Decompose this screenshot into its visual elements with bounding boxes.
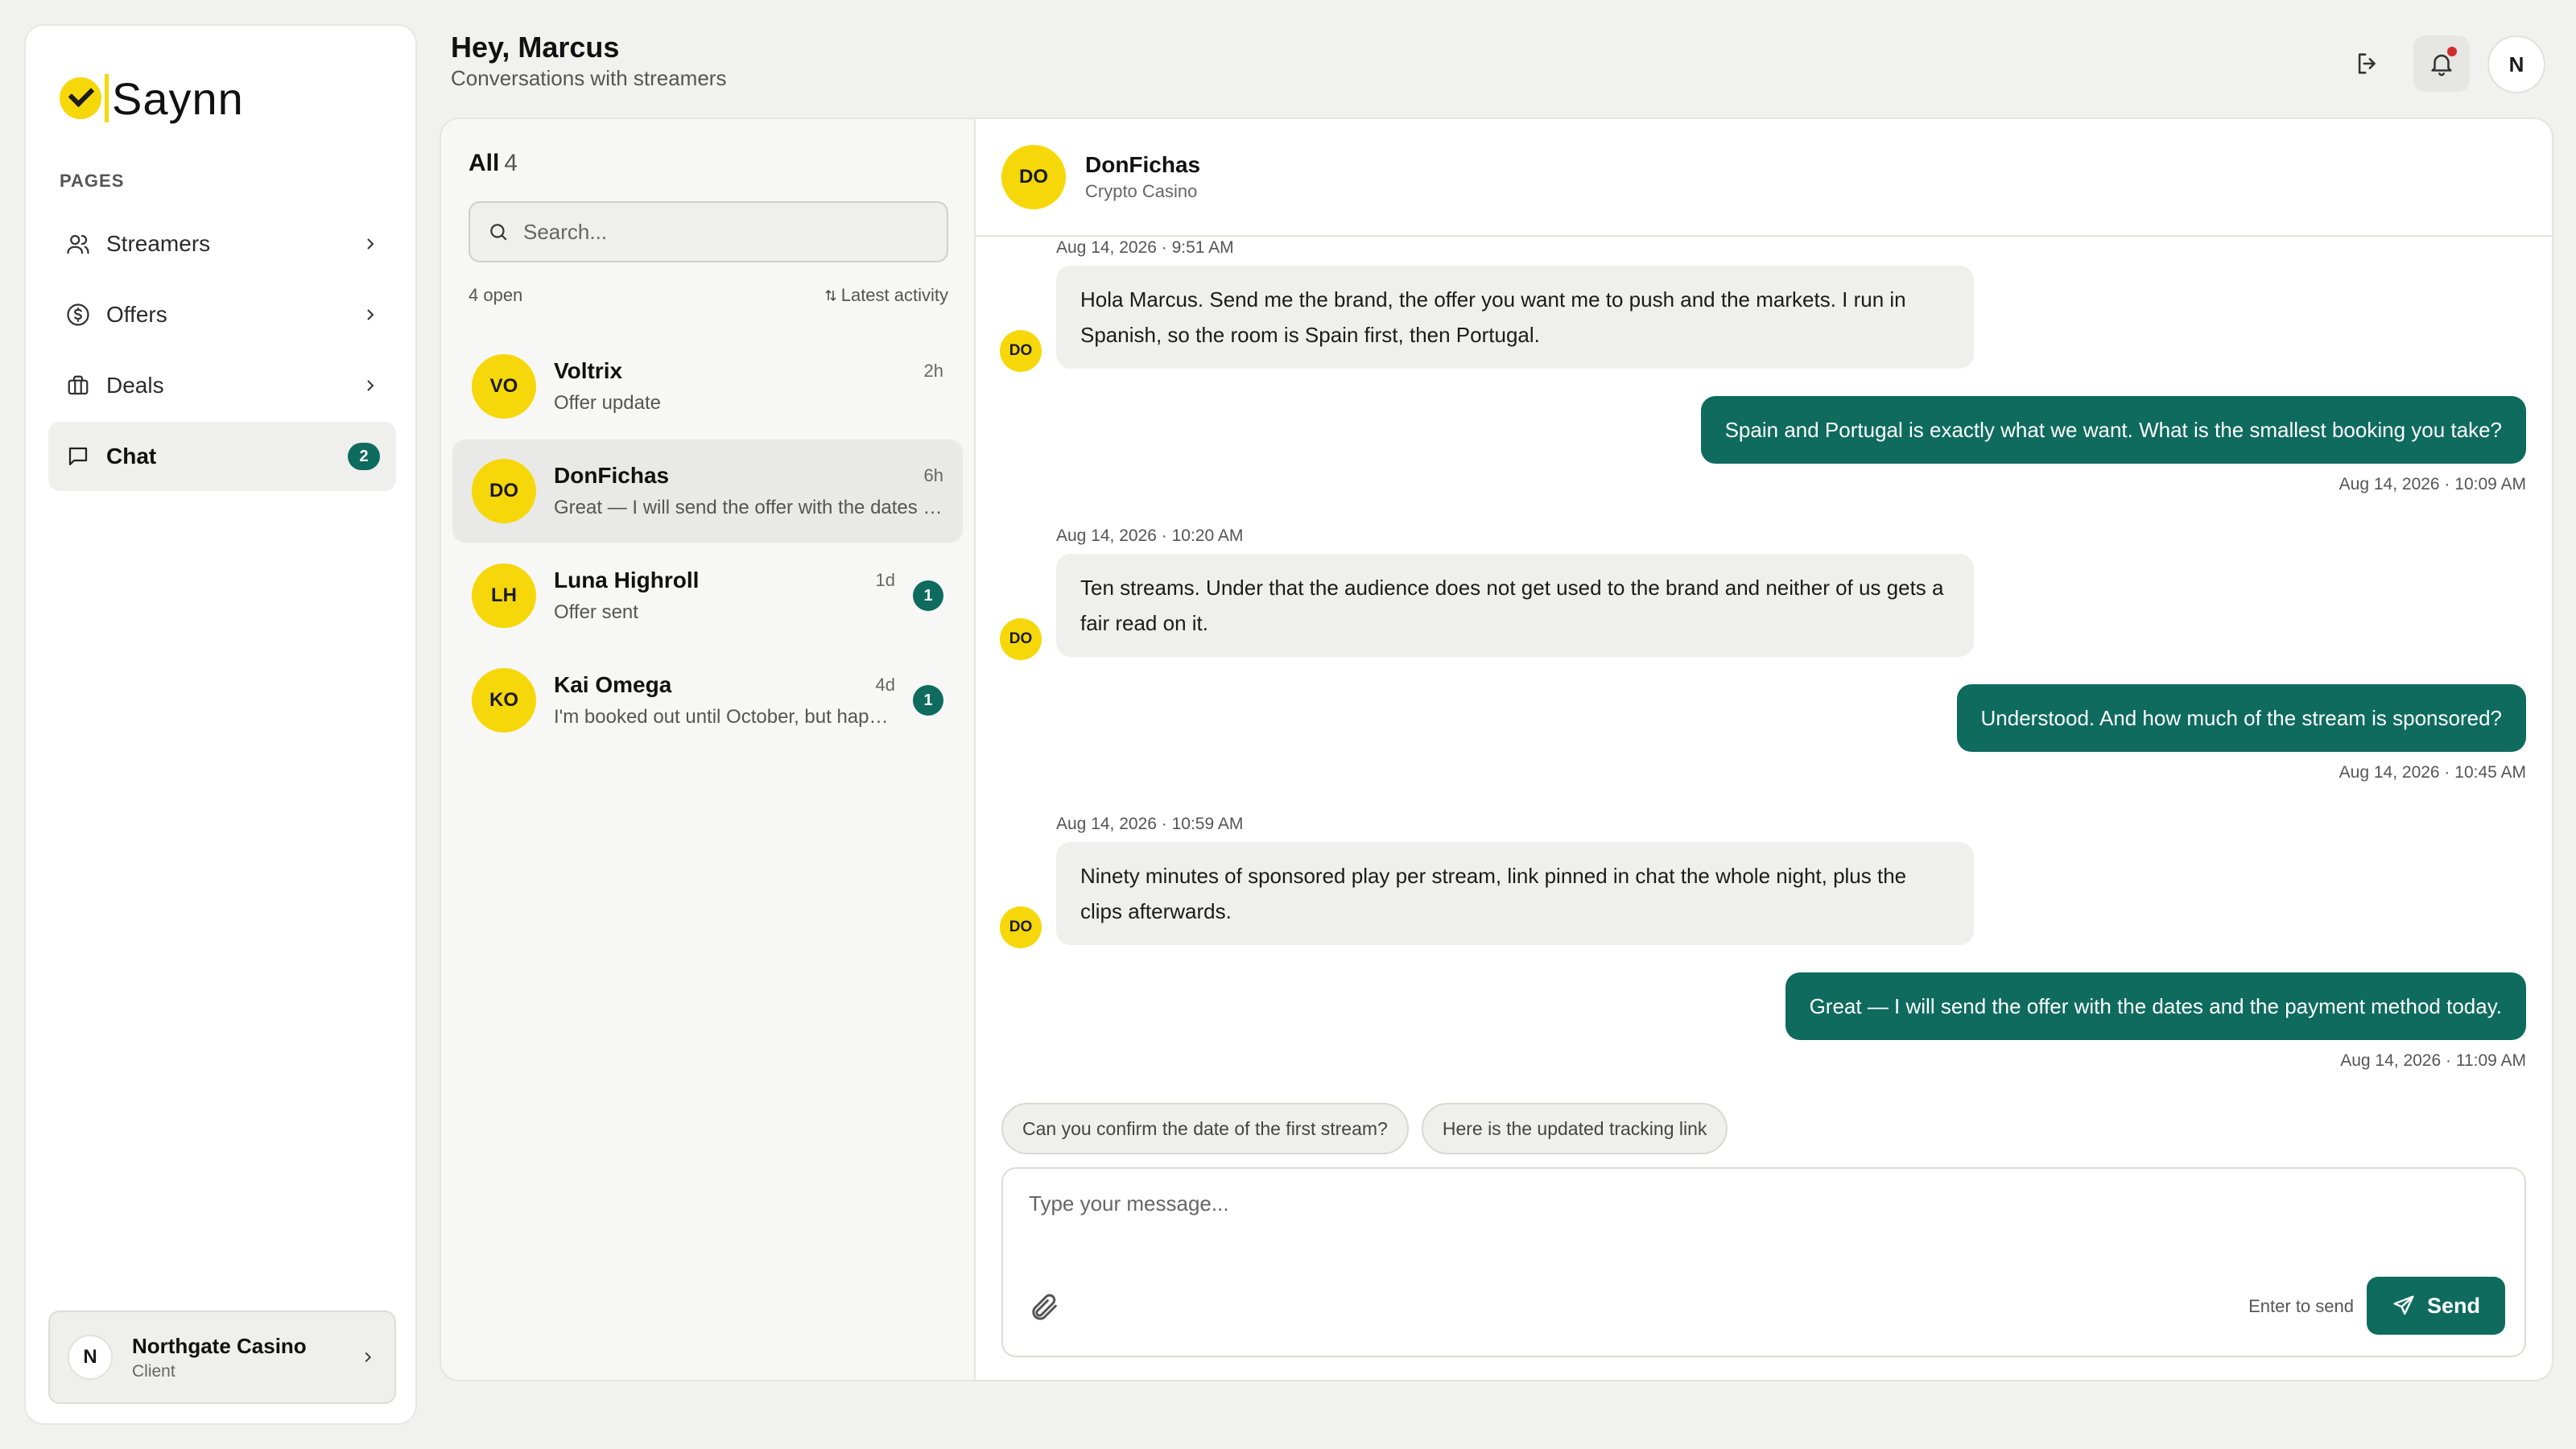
logo-check-icon: [60, 77, 101, 119]
unread-badge: 1: [913, 580, 943, 611]
message-timestamp: Aug 14, 2026 · 10:59 AM: [1056, 815, 1244, 833]
sidebar-item-offers[interactable]: Offers: [48, 280, 396, 349]
sender-avatar: DO: [1000, 618, 1042, 660]
message-thread: Aug 14, 2026 · 9:51 AM Hola Marcus. Send…: [976, 237, 2552, 1220]
notifications-button[interactable]: [2413, 35, 2470, 92]
chat-column: DO DonFichas Crypto Casino Aug 14, 2026 …: [976, 119, 2552, 1380]
conversation-preview: Offer update: [554, 392, 661, 414]
send-label: Send: [2426, 1293, 2480, 1318]
quick-replies: Can you confirm the date of the first st…: [1001, 1103, 1728, 1154]
notification-dot: [2447, 47, 2457, 56]
message-timestamp: Aug 14, 2026 · 10:20 AM: [1056, 526, 1244, 545]
unread-badge: 1: [913, 685, 943, 716]
search-box[interactable]: [469, 201, 948, 262]
chevron-right-icon: [367, 238, 374, 250]
sidebar-item-chat[interactable]: Chat 2: [48, 422, 396, 491]
brand-name: Saynn: [112, 72, 244, 124]
avatar: VO: [472, 354, 536, 419]
sidebar: Saynn PAGES Streamers Offers Deals Chat …: [24, 24, 417, 1425]
conversation-list-column: All4 4 open Latest activity VO Voltrix 2h…: [441, 119, 976, 1380]
message-timestamp: Aug 14, 2026 · 10:09 AM: [2339, 475, 2526, 493]
chevron-right-icon: [365, 1352, 372, 1363]
conversation-list: VO Voltrix 2h Offer update DO DonFichas 6h…: [452, 335, 963, 753]
conversation-name: Luna Highroll: [554, 568, 700, 592]
account-switcher[interactable]: N Northgate Casino Client: [48, 1311, 396, 1404]
message-bubble-incoming: Ten streams. Under that the audience doe…: [1056, 554, 1974, 657]
page-title: Hey, Marcus: [451, 31, 620, 64]
search-input[interactable]: [522, 218, 927, 246]
send-button[interactable]: Send: [2367, 1277, 2505, 1335]
unread-count-badge: 2: [348, 443, 380, 470]
sort-label: Latest activity: [840, 285, 948, 305]
brand-logo[interactable]: Saynn: [60, 58, 244, 138]
logout-button[interactable]: [2339, 35, 2396, 92]
send-icon: [2393, 1295, 2414, 1315]
contact-subtitle: Crypto Casino: [1085, 181, 1198, 201]
message-bubble-outgoing: Spain and Portugal is exactly what we wa…: [1700, 396, 2526, 464]
pages-section-label: PAGES: [60, 171, 125, 191]
paperclip-icon[interactable]: [1029, 1291, 1061, 1323]
open-count-label: 4 open: [469, 285, 523, 305]
sort-arrows-icon: [825, 289, 836, 302]
conversation-list-title: All 4: [469, 150, 518, 176]
contact-name: DonFichas: [1085, 152, 1201, 177]
message-bubble-outgoing: Great — I will send the offer with the d…: [1785, 972, 2526, 1040]
account-name: Northgate Casino: [132, 1333, 307, 1358]
sidebar-item-label: Deals: [106, 373, 164, 398]
conversation-name: Kai Omega: [554, 672, 672, 697]
sidebar-item-streamers[interactable]: Streamers: [48, 209, 396, 279]
conversation-preview: Offer sent: [554, 601, 638, 623]
conversation-name: Voltrix: [554, 358, 623, 383]
chevron-right-icon: [367, 309, 374, 320]
account-avatar: N: [68, 1335, 113, 1380]
sidebar-nav: Streamers Offers Deals Chat 2: [48, 209, 396, 493]
send-hint: Enter to send: [2248, 1296, 2354, 1316]
message-bubble-incoming: Ninety minutes of sponsored play per str…: [1056, 842, 1974, 945]
sender-avatar: DO: [1000, 906, 1042, 948]
message-bubble-incoming: Hola Marcus. Send me the brand, the offe…: [1056, 266, 1974, 369]
conversation-item-luna-highroll[interactable]: LH Luna Highroll 1d Offer sent 1: [452, 544, 963, 647]
sidebar-item-label: Chat: [106, 444, 157, 469]
conversation-time: 4d: [875, 675, 895, 695]
quick-reply-chip[interactable]: Here is the updated tracking link: [1421, 1103, 1728, 1154]
conversation-time: 6h: [923, 465, 943, 485]
chat-header: DO DonFichas Crypto Casino: [976, 119, 2552, 237]
sidebar-item-deals[interactable]: Deals: [48, 351, 396, 420]
conversation-time: 1d: [875, 570, 895, 590]
conversation-item-voltrix[interactable]: VO Voltrix 2h Offer update: [452, 335, 963, 438]
sender-avatar: DO: [1000, 330, 1042, 372]
sort-button[interactable]: Latest activity: [824, 285, 948, 306]
conversation-item-donfichas[interactable]: DO DonFichas 6h Great — I will send the o…: [452, 440, 963, 543]
chat-bubble-icon: [64, 443, 92, 470]
sidebar-item-label: Offers: [106, 302, 167, 327]
avatar: DO: [472, 459, 536, 523]
messages-panel: All4 4 open Latest activity VO Voltrix 2h…: [440, 118, 2553, 1381]
conversation-item-kai-omega[interactable]: KO Kai Omega 4d I'm booked out until Octo…: [452, 649, 963, 752]
logout-icon: [2358, 53, 2376, 74]
users-icon: [64, 230, 92, 258]
avatar: KO: [472, 668, 536, 733]
message-timestamp: Aug 14, 2026 · 11:09 AM: [2340, 1051, 2526, 1070]
message-bubble-outgoing: Understood. And how much of the stream i…: [1956, 684, 2526, 752]
message-timestamp: Aug 14, 2026 · 10:45 AM: [2339, 763, 2526, 782]
chevron-right-icon: [367, 380, 374, 391]
message-composer: Enter to send Send: [1001, 1167, 2526, 1357]
search-icon: [490, 224, 507, 241]
briefcase-icon: [64, 372, 92, 399]
conversation-preview: Great — I will send the offer with the d…: [554, 497, 943, 518]
page-subtitle: Conversations with streamers: [451, 66, 727, 90]
account-role: Client: [132, 1361, 175, 1381]
dollar-circle-icon: [64, 301, 92, 328]
sidebar-item-label: Streamers: [106, 231, 211, 256]
message-timestamp: Aug 14, 2026 · 9:51 AM: [1056, 238, 1234, 257]
conversation-name: DonFichas: [554, 463, 670, 488]
message-input[interactable]: [1027, 1190, 2479, 1241]
quick-reply-chip[interactable]: Can you confirm the date of the first st…: [1001, 1103, 1409, 1154]
avatar: LH: [472, 564, 536, 628]
conversation-count: 4: [504, 150, 518, 176]
user-avatar[interactable]: N: [2487, 35, 2545, 93]
contact-avatar[interactable]: DO: [1001, 145, 1066, 209]
conversation-time: 2h: [923, 361, 943, 381]
conversation-preview: I'm booked out until October, but happy …: [554, 706, 895, 728]
